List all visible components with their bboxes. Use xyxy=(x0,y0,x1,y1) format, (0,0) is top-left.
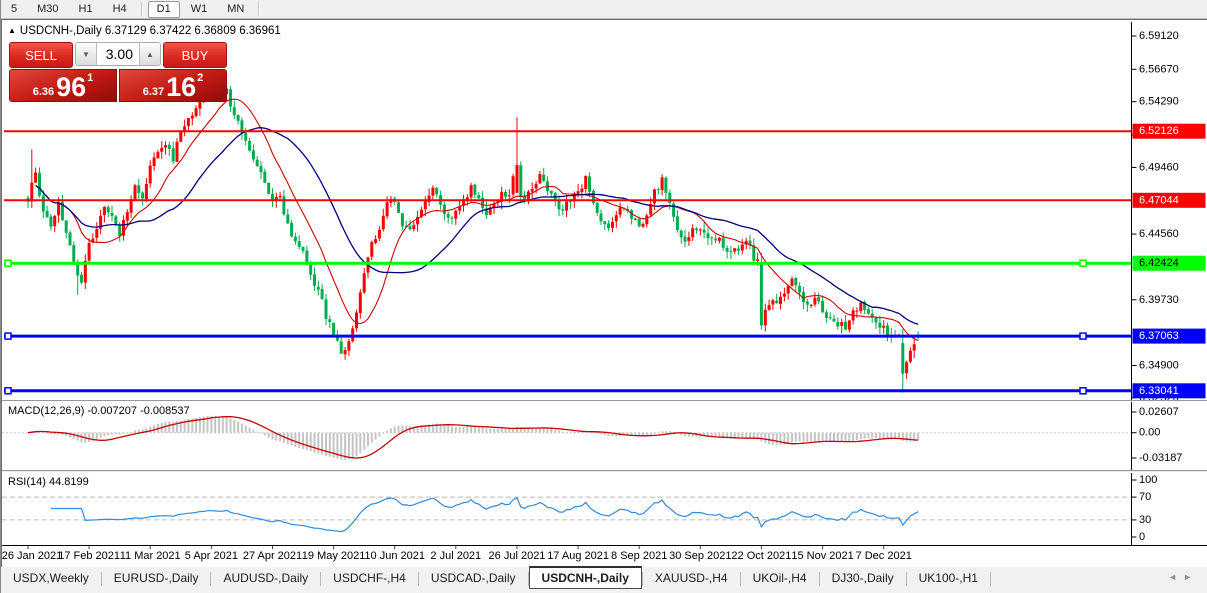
date-tick-label: 2 Jul 2021 xyxy=(430,550,481,562)
rsi-label: RSI(14) 44.8199 xyxy=(8,476,89,488)
volume-decrease-icon[interactable]: ▼ xyxy=(76,43,97,65)
price-badge-label: 6.47044 xyxy=(1139,194,1179,206)
timeframe-h4[interactable]: H4 xyxy=(104,1,136,18)
line-handle[interactable] xyxy=(1080,333,1086,339)
sell-price-point: 1 xyxy=(87,72,93,84)
macd-axis-label: 0.00 xyxy=(1139,427,1160,439)
macd-axis-label: -0.03187 xyxy=(1139,452,1182,464)
tab-audusd-daily[interactable]: AUDUSD-,Daily xyxy=(211,567,320,588)
date-tick-label: 19 May 2021 xyxy=(302,550,366,562)
toolbar-separator xyxy=(258,2,260,16)
date-tick-label: 17 Feb 2021 xyxy=(58,550,120,562)
buy-price-point: 2 xyxy=(197,72,203,84)
buy-price-prefix: 6.37 xyxy=(143,86,164,98)
volume-spinner: ▼ 3.00 ▲ xyxy=(75,42,161,66)
terminal-window: 5M30H1H4D1W1MN 6.591206.566706.542906.51… xyxy=(0,0,1207,593)
date-tick-label: 22 Oct 2021 xyxy=(731,550,791,562)
sell-button[interactable]: SELL xyxy=(9,42,73,68)
price-tick-label: 6.39730 xyxy=(1139,294,1179,306)
date-axis: 26 Jan 202117 Feb 202111 Mar 2021 5 Apr 2… xyxy=(2,546,1207,565)
date-tick-label: 26 Jul 2021 xyxy=(489,550,546,562)
tab-uk100-h1[interactable]: UK100-,H1 xyxy=(907,567,990,588)
tab-usdx-weekly[interactable]: USDX,Weekly xyxy=(1,567,101,588)
sell-price-pips: 96 xyxy=(56,74,86,101)
volume-input[interactable]: 3.00 xyxy=(97,43,139,65)
date-tick-label: 26 Jan 2021 xyxy=(2,550,62,562)
sell-price-box[interactable]: 6.36 96 1 xyxy=(9,69,117,102)
line-handle[interactable] xyxy=(5,388,11,394)
line-handle[interactable] xyxy=(5,260,11,266)
date-tick-label: 15 Nov 2021 xyxy=(791,550,853,562)
buy-price-pips: 16 xyxy=(166,74,196,101)
timeframe-w1[interactable]: W1 xyxy=(182,1,217,18)
buy-button[interactable]: BUY xyxy=(163,42,227,68)
rsi-panel[interactable]: 100 70 30 0 RSI(14) 44.8199 xyxy=(2,473,1207,546)
sell-price-prefix: 6.36 xyxy=(33,86,54,98)
macd-axis-label: 0.02607 xyxy=(1139,406,1179,418)
date-tick-label: 30 Sep 2021 xyxy=(669,550,731,562)
price-tick-label: 6.44560 xyxy=(1139,228,1179,240)
tab-xauusd-h4[interactable]: XAUUSD-,H4 xyxy=(643,567,740,588)
price-badge-label: 6.42424 xyxy=(1139,257,1179,269)
tabs-scroll-right-icon[interactable]: ► xyxy=(1183,572,1198,582)
tab-eurusd-daily[interactable]: EURUSD-,Daily xyxy=(102,567,211,588)
date-tick-label: 8 Sep 2021 xyxy=(611,550,667,562)
date-tick-label: 7 Dec 2021 xyxy=(856,550,912,562)
price-badge-label: 6.37063 xyxy=(1139,330,1179,342)
timeframe-mn[interactable]: MN xyxy=(218,1,253,18)
date-tick-label: 17 Aug 2021 xyxy=(547,550,609,562)
timeframe-d1[interactable]: D1 xyxy=(148,1,180,18)
macd-label: MACD(12,26,9) -0.007207 -0.008537 xyxy=(8,405,190,417)
one-click-trade-panel: SELL ▼ 3.00 ▲ BUY 6.36 96 1 6.37 16 2 xyxy=(9,42,227,100)
toolbar-separator xyxy=(141,2,143,16)
chart-tab-bar: USDX,WeeklyEURUSD-,DailyAUDUSD-,DailyUSD… xyxy=(1,567,1207,593)
macd-panel[interactable]: 0.02607 0.00 -0.03187 MACD(12,26,9) -0.0072… xyxy=(2,402,1207,470)
timeframe-toolbar: 5M30H1H4 D1W1MN xyxy=(1,0,1207,19)
date-tick-label: 5 Apr 2021 xyxy=(185,550,238,562)
rsi-axis-label: 30 xyxy=(1139,514,1151,526)
line-handle[interactable] xyxy=(1080,260,1086,266)
price-tick-label: 6.34900 xyxy=(1139,360,1179,372)
rsi-background[interactable] xyxy=(2,473,1207,546)
price-tick-label: 6.56670 xyxy=(1139,63,1179,75)
line-handle[interactable] xyxy=(1080,388,1086,394)
volume-increase-icon[interactable]: ▲ xyxy=(139,43,160,65)
rsi-axis-label: 100 xyxy=(1139,474,1157,486)
tab-usdchf-h4[interactable]: USDCHF-,H4 xyxy=(321,567,418,588)
price-tick-label: 6.49460 xyxy=(1139,161,1179,173)
timeframe-h1[interactable]: H1 xyxy=(70,1,102,18)
buy-price-box[interactable]: 6.37 16 2 xyxy=(119,69,227,102)
tab-separator xyxy=(990,572,991,586)
chart-title-text: USDCNH-,Daily 6.37129 6.37422 6.36809 6.… xyxy=(20,25,281,37)
date-tick-label: 11 Mar 2021 xyxy=(120,550,181,562)
price-badge-label: 6.52126 xyxy=(1139,125,1179,137)
tabs-scroll-left-icon[interactable]: ◄ xyxy=(1168,572,1183,582)
rsi-axis-label: 70 xyxy=(1139,491,1151,503)
tab-usdcnh-daily[interactable]: USDCNH-,Daily xyxy=(529,566,642,589)
price-tick-label: 6.59120 xyxy=(1139,30,1179,42)
price-tick-label: 6.54290 xyxy=(1139,96,1179,108)
date-tick-label: 10 Jun 2021 xyxy=(364,550,425,562)
collapse-arrow-icon[interactable]: ▲ xyxy=(8,26,16,35)
tab-ukoil-h4[interactable]: UKOil-,H4 xyxy=(741,567,819,588)
chart-title: ▲ USDCNH-,Daily 6.37129 6.37422 6.36809 6… xyxy=(8,25,281,37)
timeframe-5[interactable]: 5 xyxy=(2,1,26,18)
tab-dj30-daily[interactable]: DJ30-,Daily xyxy=(820,567,906,588)
tab-usdcad-daily[interactable]: USDCAD-,Daily xyxy=(419,567,528,588)
line-handle[interactable] xyxy=(5,333,11,339)
date-tick-label: 27 Apr 2021 xyxy=(243,550,302,562)
rsi-axis-label: 0 xyxy=(1139,531,1145,543)
timeframe-m30[interactable]: M30 xyxy=(28,1,67,18)
price-badge-label: 6.33041 xyxy=(1139,385,1179,397)
